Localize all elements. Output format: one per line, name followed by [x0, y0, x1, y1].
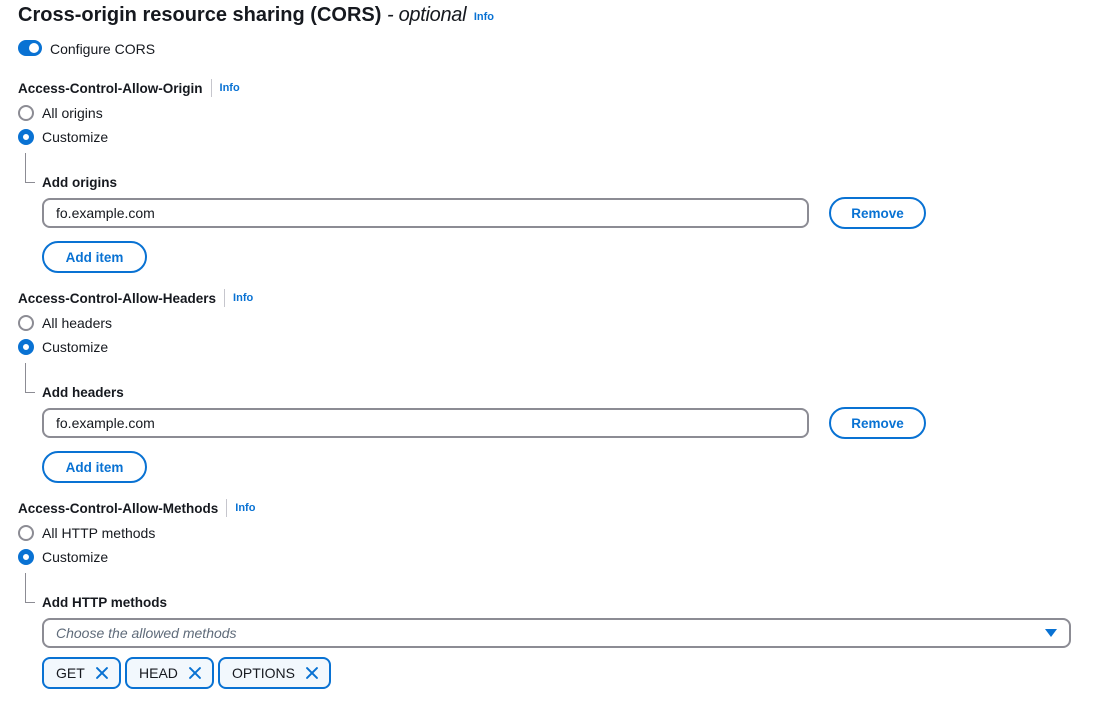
radio-circle	[18, 525, 34, 541]
page-title-suffix: - optional	[386, 4, 467, 26]
method-token-head: HEAD	[125, 657, 214, 689]
add-header-item-button[interactable]: Add item	[42, 451, 147, 483]
method-token-get: GET	[42, 657, 121, 689]
radio-label: Customize	[42, 129, 109, 145]
radio-label: Customize	[42, 549, 109, 565]
close-icon[interactable]	[305, 666, 319, 680]
page-title: Cross-origin resource sharing (CORS) - o…	[18, 4, 494, 27]
remove-origin-button[interactable]: Remove	[829, 197, 926, 229]
origin-input[interactable]: fo.example.com	[42, 198, 809, 228]
methods-info-link[interactable]: Info	[235, 502, 255, 514]
configure-cors-toggle[interactable]	[18, 40, 42, 56]
method-token-options: OPTIONS	[218, 657, 332, 689]
methods-section-title: Access-Control-Allow-Methods	[18, 500, 219, 516]
add-methods-label: Add HTTP methods	[42, 595, 168, 610]
remove-header-button[interactable]: Remove	[829, 407, 926, 439]
radio-label: All origins	[42, 105, 103, 121]
radio-circle-selected	[18, 339, 34, 355]
headers-section-title: Access-Control-Allow-Headers	[18, 290, 217, 306]
page-title-text: Cross-origin resource sharing (CORS)	[18, 4, 382, 26]
radio-circle-selected	[18, 129, 34, 145]
radio-customize-methods[interactable]: Customize	[18, 547, 108, 567]
tree-connector	[25, 573, 35, 603]
radio-all-methods[interactable]: All HTTP methods	[18, 523, 155, 543]
radio-customize-headers[interactable]: Customize	[18, 337, 108, 357]
radio-label: Customize	[42, 339, 109, 355]
add-headers-label: Add headers	[42, 385, 124, 400]
tree-connector	[25, 153, 35, 183]
token-label: GET	[56, 665, 85, 681]
radio-all-headers[interactable]: All headers	[18, 313, 112, 333]
add-origins-label: Add origins	[42, 175, 117, 190]
divider	[210, 79, 212, 97]
methods-section-label: Access-Control-Allow-Methods Info	[18, 499, 255, 517]
header-input[interactable]: fo.example.com	[42, 408, 809, 438]
methods-multiselect[interactable]: Choose the allowed methods	[42, 618, 1071, 648]
radio-customize-origins[interactable]: Customize	[18, 127, 108, 147]
headers-section-label: Access-Control-Allow-Headers Info	[18, 289, 253, 307]
radio-label: All HTTP methods	[42, 525, 156, 541]
tree-connector	[25, 363, 35, 393]
origin-info-link[interactable]: Info	[220, 82, 240, 94]
radio-label: All headers	[42, 315, 113, 331]
radio-circle	[18, 105, 34, 121]
radio-circle-selected	[18, 549, 34, 565]
caret-down-icon	[1045, 629, 1057, 637]
divider	[224, 289, 226, 307]
token-label: HEAD	[139, 665, 178, 681]
close-icon[interactable]	[95, 666, 109, 680]
title-info-link[interactable]: Info	[474, 11, 494, 23]
headers-info-link[interactable]: Info	[233, 292, 253, 304]
radio-all-origins[interactable]: All origins	[18, 103, 103, 123]
methods-placeholder: Choose the allowed methods	[56, 625, 237, 641]
toggle-knob	[29, 43, 39, 53]
token-label: OPTIONS	[232, 665, 296, 681]
divider	[226, 499, 228, 517]
radio-circle	[18, 315, 34, 331]
origin-section-title: Access-Control-Allow-Origin	[18, 80, 203, 96]
origin-section-label: Access-Control-Allow-Origin Info	[18, 79, 240, 97]
close-icon[interactable]	[188, 666, 202, 680]
add-origin-item-button[interactable]: Add item	[42, 241, 147, 273]
configure-cors-label: Configure CORS	[50, 41, 156, 57]
